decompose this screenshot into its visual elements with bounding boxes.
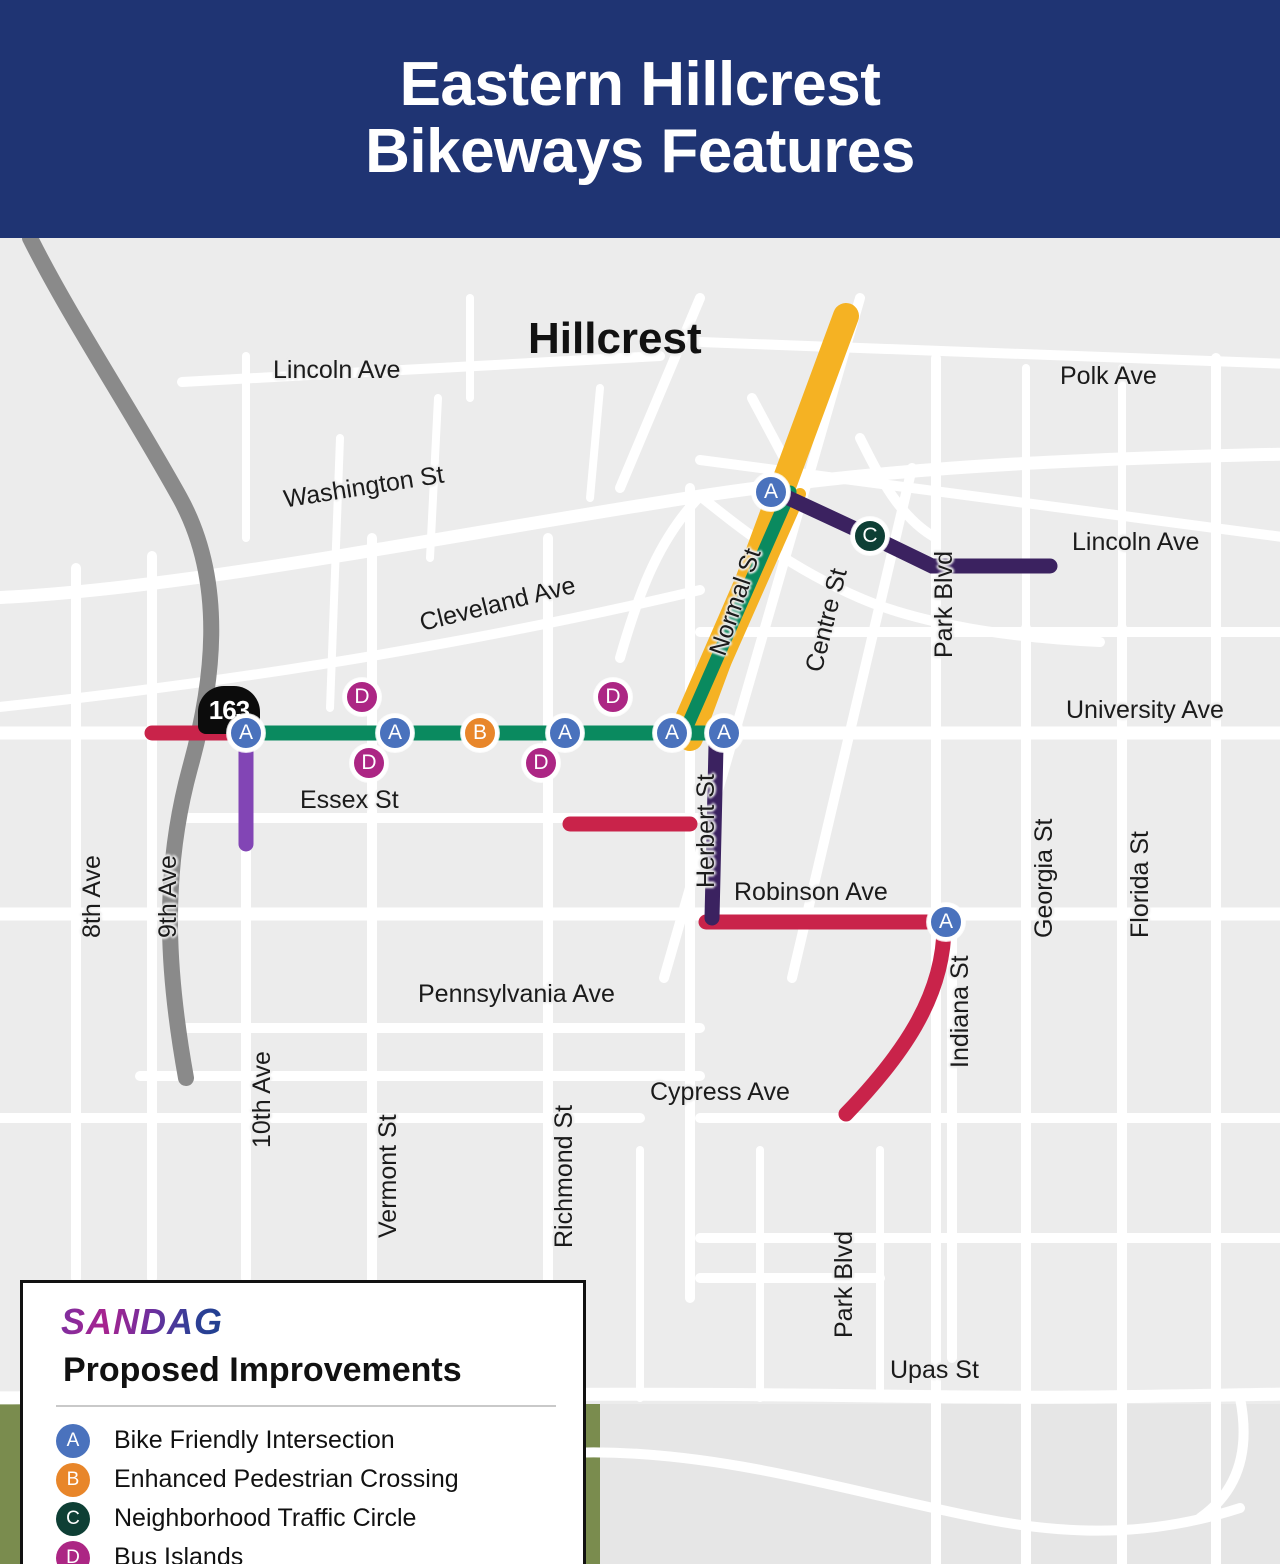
legend-item-bike-friendly-intersection[interactable]: A Bike Friendly Intersection — [56, 1421, 576, 1460]
map-poster: Eastern Hillcrest Bikeways Features .st … — [0, 0, 1280, 1564]
legend-symbol-badge-b: B — [56, 1462, 108, 1497]
badge-d-icon: D — [56, 1540, 90, 1564]
map-marker-d-vermont-south[interactable]: D — [350, 744, 388, 782]
legend-label-0: Bike Friendly Intersection — [114, 1426, 395, 1454]
legend-title: Proposed Improvements — [63, 1351, 462, 1389]
map-marker-a-indiana-robinson[interactable]: A — [927, 903, 965, 941]
map-marker-d-richmond-north[interactable]: D — [594, 678, 632, 716]
map-marker-a-normal-st[interactable]: A — [653, 714, 691, 752]
map-marker-a-herbert-st[interactable]: A — [705, 714, 743, 752]
legend-label-2: Neighborhood Traffic Circle — [114, 1504, 417, 1532]
badge-c-icon: C — [56, 1501, 90, 1536]
badge-b-icon: B — [56, 1462, 90, 1497]
legend-divider — [56, 1405, 556, 1407]
map-marker-a-vermont-st[interactable]: A — [376, 714, 414, 752]
title-line-2: Bikeways Features — [365, 117, 915, 186]
city-label-hillcrest: Hillcrest — [528, 314, 702, 363]
legend-item-list: A Bike Friendly Intersection B Enhanced … — [56, 1421, 576, 1564]
legend-item-neighborhood-traffic-circle[interactable]: C Neighborhood Traffic Circle — [56, 1499, 576, 1538]
legend-panel: SANDAG Proposed Improvements A Bike Frie… — [20, 1280, 586, 1564]
map-marker-d-vermont-north[interactable]: D — [343, 678, 381, 716]
sandag-logo: SANDAG — [61, 1301, 224, 1342]
legend-item-enhanced-pedestrian-crossing[interactable]: B Enhanced Pedestrian Crossing — [56, 1460, 576, 1499]
legend-symbol-badge-d: D — [56, 1540, 108, 1564]
map-marker-a-normal-centre[interactable]: A — [752, 473, 790, 511]
title-line-1: Eastern Hillcrest — [399, 50, 881, 120]
map-canvas[interactable]: .st { stroke:#ffffff; fill:none; stroke-… — [0, 238, 1280, 1564]
page-title: Eastern Hillcrest Bikeways Features — [365, 50, 915, 186]
legend-item-bus-islands[interactable]: D Bus Islands — [56, 1538, 576, 1564]
map-marker-c-traffic-circle[interactable]: C — [851, 517, 889, 555]
poster-header: Eastern Hillcrest Bikeways Features — [0, 0, 1280, 238]
map-marker-b-crossing[interactable]: B — [461, 714, 499, 752]
legend-label-3: Bus Islands — [114, 1543, 244, 1564]
badge-a-icon: A — [56, 1423, 90, 1458]
map-marker-d-richmond-south[interactable]: D — [522, 744, 560, 782]
map-marker-a-10th-ave[interactable]: A — [227, 714, 265, 752]
legend-symbol-badge-c: C — [56, 1501, 108, 1536]
legend-label-1: Enhanced Pedestrian Crossing — [114, 1465, 459, 1493]
bike-boulevard-herbert-st — [704, 738, 724, 926]
legend-symbol-badge-a: A — [56, 1423, 108, 1458]
